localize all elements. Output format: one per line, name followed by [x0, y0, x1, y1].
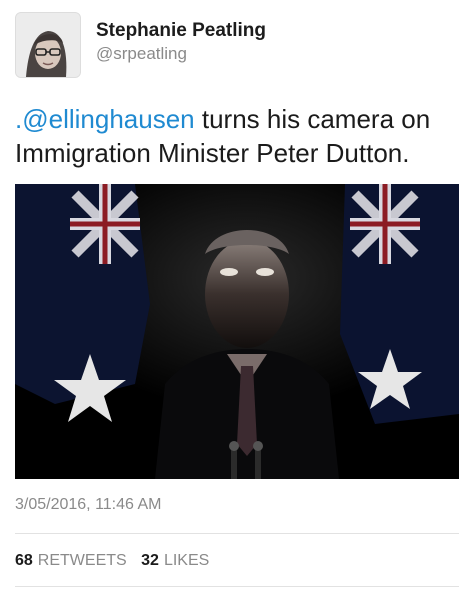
mention-link[interactable]: .@ellinghausen: [15, 104, 195, 134]
timestamp[interactable]: 3/05/2016, 11:46 AM: [15, 496, 161, 514]
retweets-count: 68: [15, 552, 33, 569]
likes-count: 32: [141, 552, 159, 569]
avatar[interactable]: [15, 12, 81, 78]
likes-stat[interactable]: 32 LIKES: [141, 552, 209, 569]
retweets-stat[interactable]: 68 RETWEETS: [15, 552, 127, 569]
tweet-text-continuation: turns his camera on: [194, 104, 431, 134]
author-handle[interactable]: @srpeatling: [96, 44, 187, 64]
divider-top: [15, 533, 459, 534]
tweet-text: .@ellinghausen turns his camera on Immig…: [15, 102, 459, 170]
engagement-stats: 68 RETWEETS 32 LIKES: [15, 552, 209, 570]
avatar-portrait-icon: [16, 13, 80, 77]
retweets-label: RETWEETS: [37, 552, 127, 569]
likes-label: LIKES: [163, 552, 210, 569]
author-name[interactable]: Stephanie Peatling: [96, 20, 266, 42]
tweet-text-line-2: Immigration Minister Peter Dutton.: [15, 138, 410, 168]
tweet-text-line-1: .@ellinghausen turns his camera on: [15, 102, 459, 136]
divider-bottom: [15, 586, 459, 587]
tweet-photo[interactable]: [15, 184, 459, 479]
photo-icon: [15, 184, 459, 479]
